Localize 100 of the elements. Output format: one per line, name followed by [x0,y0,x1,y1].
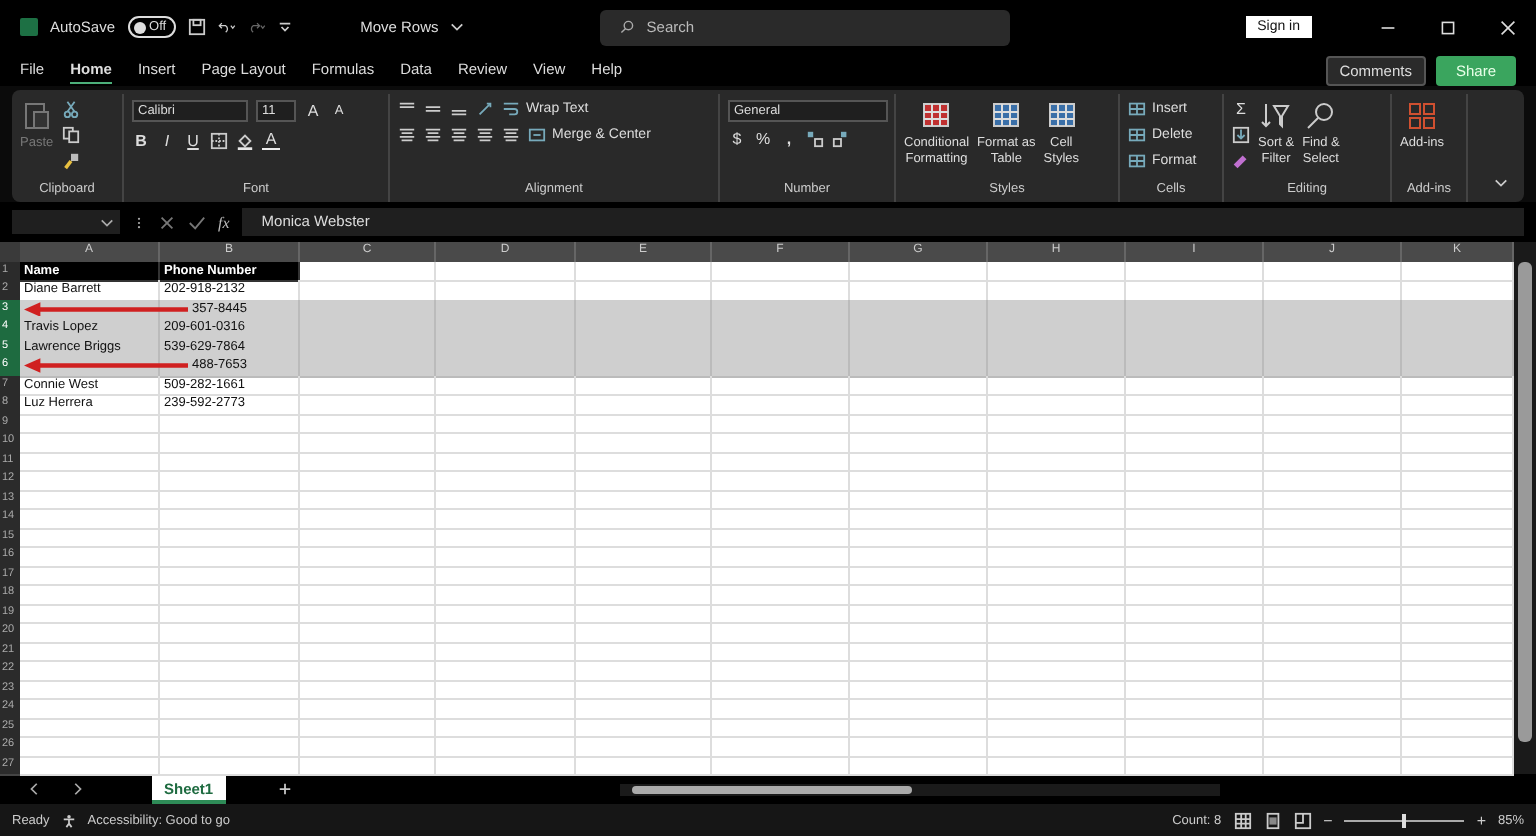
currency-button[interactable]: $ [728,130,746,148]
table-cell [300,622,436,643]
increase-font-size-button[interactable]: A [304,102,322,120]
cancel-icon[interactable] [158,213,176,231]
orientation-icon[interactable] [476,100,494,118]
table-cell [1126,641,1264,662]
table-cell [712,508,850,529]
previous-sheet-icon[interactable] [28,782,42,796]
vertical-align-icon[interactable] [424,100,442,118]
search-icon [620,20,635,34]
table-cell [160,698,300,719]
table-grid-icon [1045,100,1078,132]
decrease-decimal-icon[interactable] [832,130,850,148]
table-cell [300,394,436,415]
table-cell [712,584,850,605]
table-cell [1264,527,1402,548]
table-cell [576,375,712,396]
underline-button[interactable]: U [184,131,202,149]
copy-icon[interactable] [61,126,80,144]
fill-down-icon[interactable] [1232,126,1250,144]
undo-icon[interactable] [218,18,237,36]
zoom-out-button[interactable]: − [1323,811,1333,829]
table-cell [160,546,300,567]
text-align-icon[interactable] [424,126,442,144]
table-cell [1126,413,1264,434]
close-icon[interactable] [1500,19,1516,35]
insert-function-button[interactable]: fx [218,213,230,231]
table-cell [20,546,160,567]
table-cell [300,641,436,662]
fill-color-icon[interactable] [236,131,254,149]
scissors-icon[interactable] [61,100,80,118]
table-cell [160,603,300,624]
page-break-view-icon[interactable] [1293,811,1312,829]
increase-decimal-icon[interactable] [806,130,824,148]
table-cell [576,432,712,453]
table-cell [988,698,1126,719]
zoom-in-button[interactable]: + [1476,811,1486,829]
table-cell [20,641,160,662]
percent-button[interactable]: % [754,130,772,148]
table-cell [988,394,1126,415]
table-cell [576,660,712,681]
table-cell [1264,641,1402,662]
table-cell [850,622,988,643]
table-cell [300,736,436,757]
table-cell [436,413,576,434]
bold-button[interactable]: B [132,131,150,149]
collapse-ribbon-icon[interactable] [1494,176,1508,190]
save-icon[interactable] [188,18,207,36]
table-cell [1264,356,1402,377]
table-cell [436,356,576,377]
text-align-icon[interactable] [398,126,416,144]
next-sheet-icon[interactable] [70,782,84,796]
table-cell [1126,375,1264,396]
table-cell [1126,546,1264,567]
table-cell [712,679,850,700]
table-cell [436,660,576,681]
cells-grid-icon [1128,100,1146,118]
table-cell [300,432,436,453]
clipboard-icon [20,100,53,132]
table-cell [436,736,576,757]
eraser-icon[interactable] [1232,152,1250,170]
table-cell [1264,432,1402,453]
checkmark-icon[interactable] [188,213,206,231]
text-align-icon[interactable] [502,126,520,144]
table-cell [436,470,576,491]
redo-icon[interactable] [248,18,267,36]
table-cell [576,546,712,567]
add-sheet-icon[interactable] [277,782,292,796]
normal-view-icon[interactable] [1233,811,1252,829]
maximize-icon[interactable] [1440,19,1456,35]
comma-style-button[interactable]: , [780,130,798,148]
table-cell [160,432,300,453]
paintbrush-icon[interactable] [61,152,80,170]
borders-icon[interactable] [210,131,228,149]
table-cell [850,641,988,662]
table-cell [1126,736,1264,757]
table-cell [20,508,160,529]
table-cell [988,584,1126,605]
table-cell [160,527,300,548]
table-cell [436,546,576,567]
vertical-scrollbar[interactable] [1514,242,1536,774]
table-cell [712,432,850,453]
customize-caret-icon[interactable] [278,20,293,34]
table-cell [1264,470,1402,491]
accessibility-icon[interactable] [61,813,76,827]
page-layout-view-icon[interactable] [1263,811,1282,829]
autosum-button[interactable]: Σ [1232,100,1250,118]
table-cell [850,546,988,567]
table-cell [850,698,988,719]
italic-button[interactable]: I [158,131,176,149]
text-align-icon[interactable] [476,126,494,144]
more-icon[interactable] [132,215,146,229]
table-cell [1264,622,1402,643]
chevron-down-icon[interactable] [100,215,114,229]
table-cell [850,736,988,757]
font-color-button[interactable]: A [262,130,280,150]
text-align-icon[interactable] [450,126,468,144]
table-cell [850,565,988,586]
horizontal-scrollbar[interactable] [619,783,1220,795]
chevron-down-icon[interactable] [450,20,465,34]
